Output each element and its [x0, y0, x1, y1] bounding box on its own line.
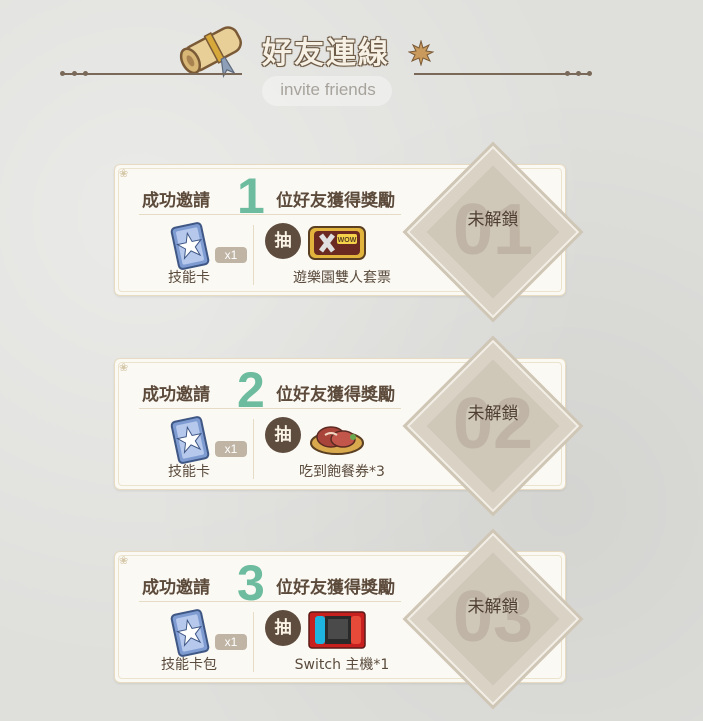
- page-header: 好友連線 invite friends: [0, 0, 703, 110]
- lock-diamond-1: 01 未解鎖: [406, 145, 580, 319]
- divider-dot: [72, 71, 77, 76]
- lock-status: 未解鎖: [467, 597, 519, 617]
- title-prefix: 成功邀請: [142, 385, 210, 405]
- scroll-icon: [179, 26, 242, 79]
- friend-count: 1: [237, 168, 265, 224]
- quantity-badge: x1: [215, 634, 247, 650]
- amusement-park-ticket-icon: WOW: [308, 226, 366, 260]
- lock-status: 未解鎖: [467, 210, 519, 230]
- divider-dot: [60, 71, 65, 76]
- lock-number: 02: [452, 384, 534, 464]
- friend-count: 2: [237, 362, 265, 418]
- prize-label: 遊樂園雙人套票: [293, 270, 391, 286]
- corner-ornament-icon: ❀: [119, 554, 129, 567]
- draw-badge: 抽: [265, 610, 301, 646]
- card-divider: [139, 601, 401, 602]
- friend-count: 3: [237, 555, 265, 611]
- base-reward-label: 技能卡包: [161, 657, 217, 673]
- header-divider-left: [62, 73, 242, 75]
- lock-status: 未解鎖: [467, 404, 519, 424]
- buffet-meat-icon: [310, 426, 364, 455]
- title-prefix: 成功邀請: [142, 191, 210, 211]
- lock-number: 01: [452, 190, 534, 270]
- divider-dot: [83, 71, 88, 76]
- prize-label: 吃到飽餐券*3: [299, 464, 385, 480]
- card-separator: [253, 225, 254, 285]
- page-subtitle: invite friends: [280, 80, 376, 99]
- quantity-badge: x1: [215, 441, 247, 457]
- corner-ornament-icon: ❀: [119, 361, 129, 374]
- skill-card-icon: [170, 416, 210, 464]
- svg-text:WOW: WOW: [338, 237, 357, 244]
- lock-diamond-3: 03 未解鎖: [406, 532, 580, 706]
- draw-badge: 抽: [265, 223, 301, 259]
- card-separator: [253, 419, 254, 479]
- card-divider: [139, 408, 401, 409]
- corner-ornament-icon: ❀: [119, 167, 129, 180]
- nintendo-switch-icon: [308, 611, 366, 649]
- title-prefix: 成功邀請: [142, 578, 210, 598]
- maple-leaf-icon: [408, 40, 434, 66]
- card-divider: [139, 214, 401, 215]
- title-suffix: 位好友獲得獎勵: [276, 191, 395, 211]
- lock-diamond-2: 02 未解鎖: [406, 339, 580, 513]
- quantity-badge: x1: [215, 247, 247, 263]
- header-divider-right: [414, 73, 590, 75]
- page-title: 好友連線: [262, 36, 390, 71]
- base-reward-label: 技能卡: [168, 270, 210, 286]
- divider-dot: [587, 71, 592, 76]
- skill-card-icon: [170, 609, 210, 657]
- skill-card-icon: [170, 222, 210, 270]
- title-suffix: 位好友獲得獎勵: [276, 578, 395, 598]
- title-suffix: 位好友獲得獎勵: [276, 385, 395, 405]
- prize-label: Switch 主機*1: [294, 657, 390, 673]
- card-separator: [253, 612, 254, 672]
- draw-badge: 抽: [265, 417, 301, 453]
- divider-dot: [576, 71, 581, 76]
- lock-number: 03: [452, 577, 534, 657]
- divider-dot: [565, 71, 570, 76]
- base-reward-label: 技能卡: [168, 464, 210, 480]
